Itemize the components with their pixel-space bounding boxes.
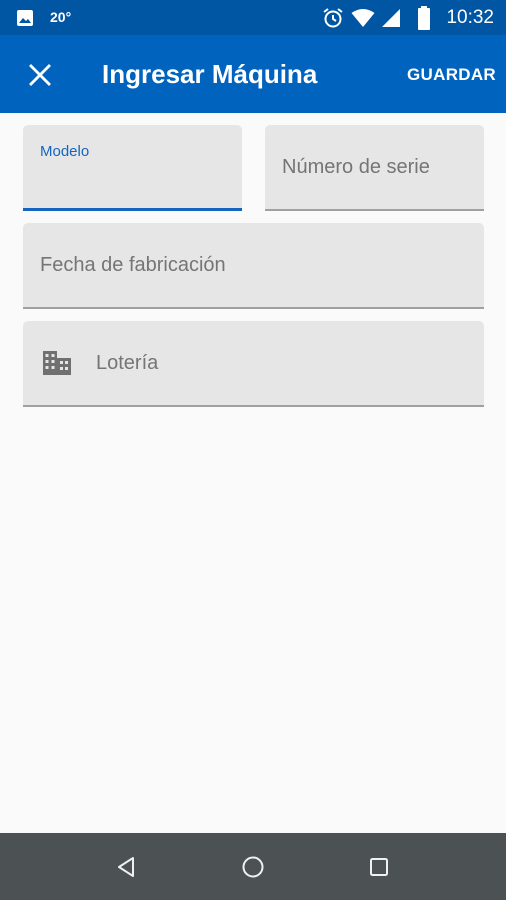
page-title: Ingresar Máquina [102,59,318,89]
close-button[interactable] [22,57,58,93]
status-time: 10:32 [446,7,494,28]
fecha-fabricacion-placeholder: Fecha de fabricación [40,254,226,276]
battery-icon [418,6,430,30]
image-icon [17,10,33,26]
numero-serie-field[interactable]: Número de serie [265,125,484,211]
loteria-field[interactable]: Lotería [23,321,484,407]
recents-icon [370,858,388,876]
status-bar: 20° 10:32 [0,0,506,35]
wifi-icon [351,9,375,27]
app-bar: Ingresar Máquina GUARDAR [0,35,506,113]
home-button[interactable] [237,851,269,883]
numero-serie-placeholder: Número de serie [282,156,430,178]
building-icon [43,351,71,375]
recents-button[interactable] [363,851,395,883]
home-icon [242,856,264,878]
loteria-placeholder: Lotería [96,352,159,374]
save-button[interactable]: GUARDAR [407,65,496,85]
signal-icon [382,9,400,27]
modelo-field[interactable]: Modelo [23,125,242,211]
close-icon [29,64,51,86]
back-icon [118,857,134,877]
back-button[interactable] [111,851,143,883]
modelo-label: Modelo [40,143,90,160]
navigation-bar [0,833,506,900]
fecha-fabricacion-field[interactable]: Fecha de fabricación [23,223,484,309]
alarm-icon [323,8,343,28]
temperature-text: 20° [50,9,72,25]
